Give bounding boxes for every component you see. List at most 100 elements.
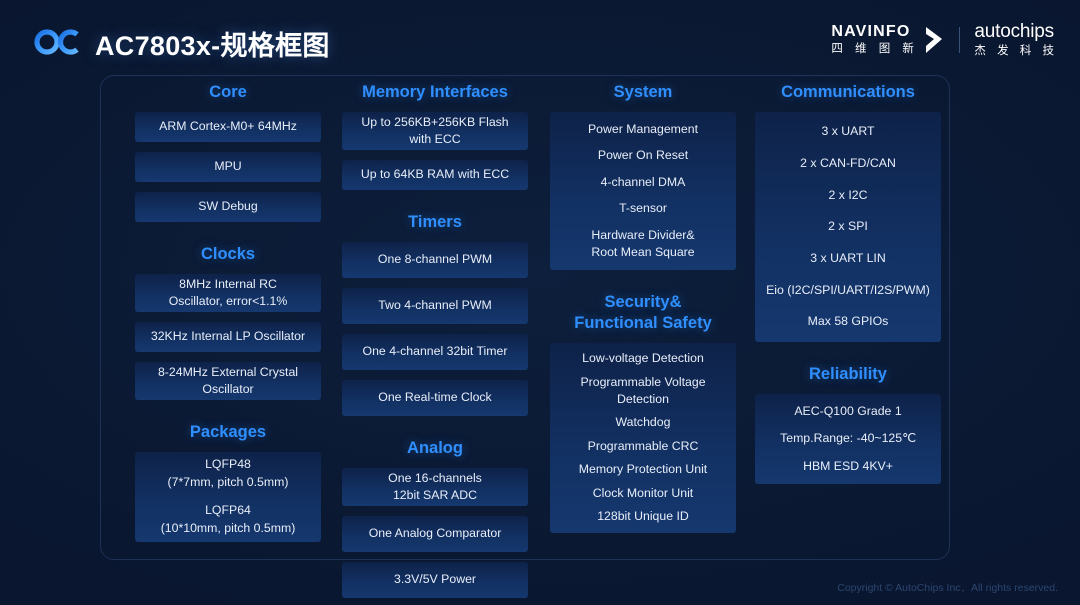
card-line: Power Management: [556, 121, 730, 138]
copyright-footer: Copyright © AutoChips Inc．All rights res…: [837, 582, 1058, 594]
card-line: LQFP64: [141, 502, 315, 519]
spec-card: MPU: [135, 152, 321, 182]
group-title-line: Communications: [781, 83, 915, 101]
card-line: Temp.Range: -40~125℃: [761, 430, 935, 447]
card-line: 128bit Unique ID: [556, 508, 730, 525]
group-title-line: System: [613, 83, 673, 101]
group-title-line: Clocks: [200, 245, 256, 263]
spec-card: Up to 64KB RAM with ECC: [342, 160, 528, 190]
card-text: SW Debug: [198, 199, 258, 214]
group-title-security-functional-safety: Security& Functional Safety: [550, 292, 736, 334]
card-line: 3 x UART: [761, 123, 935, 140]
spec-card: 3 x UART 2 x CAN-FD/CAN 2 x I2C 2 x SPI 3 x …: [755, 112, 941, 342]
card-line: Hardware Divider& Root Mean Square: [556, 227, 730, 262]
card-text: Up to 256KB+256KB Flash: [361, 114, 509, 129]
group-title-line: Security&: [604, 293, 682, 311]
card-text: 12bit SAR ADC: [392, 488, 478, 502]
card-line: 3 x UART LIN: [761, 250, 935, 267]
spec-card: Two 4-channel PWM: [342, 288, 528, 324]
card-text: 4-channel DMA: [600, 174, 686, 189]
card-text: Hardware Divider&: [591, 227, 695, 242]
card-text: Eio (I2C/SPI/UART/I2S/PWM): [766, 282, 930, 297]
page-title: AC7803x-规格框图: [95, 31, 330, 61]
group-title-line: Analog: [407, 439, 463, 457]
card-line: Power On Reset: [556, 147, 730, 164]
card-text: 3 x UART: [821, 124, 875, 139]
group-title-line: Packages: [189, 423, 267, 441]
group-title-system: System: [550, 82, 736, 103]
card-line: Programmable Voltage Detection: [556, 374, 730, 409]
card-text: 128bit Unique ID: [597, 509, 689, 524]
card-line: SW Debug: [141, 198, 315, 215]
card-text: LQFP48: [205, 457, 251, 472]
card-text: One 16-channels: [388, 470, 482, 485]
oc-logo-icon: [34, 29, 79, 55]
group-title-analog: Analog: [342, 438, 528, 459]
group-title-line: Timers: [408, 213, 462, 231]
card-line: with ECC: [348, 131, 522, 148]
card-text: Max 58 GPIOs: [807, 314, 889, 329]
card-line: 4-channel DMA: [556, 174, 730, 191]
card-line: 8-24MHz External Crystal: [141, 364, 315, 381]
spec-card: One Analog Comparator: [342, 516, 528, 552]
slide-canvas: AC7803x-规格框图 NAVINFO 四 维 图 新 autochips 杰…: [0, 0, 1080, 605]
card-text: Memory Protection Unit: [578, 462, 708, 477]
card-text: Oscillator: [202, 382, 254, 396]
brand-divider: [959, 27, 961, 53]
card-text: Up to 64KB RAM with ECC: [360, 167, 510, 182]
group-title-line: Memory Interfaces: [362, 83, 508, 101]
card-line: Low-voltage Detection: [556, 350, 730, 367]
card-text: One Real-time Clock: [378, 390, 492, 405]
card-text: 8MHz Internal RC: [179, 276, 277, 291]
card-line: HBM ESD 4KV+: [761, 458, 935, 475]
card-line: MPU: [141, 158, 315, 175]
card-line: 8MHz Internal RC: [141, 276, 315, 293]
card-text: One 8-channel PWM: [377, 252, 493, 267]
card-text: 2 x CAN-FD/CAN: [800, 155, 896, 170]
card-line: LQFP48: [141, 456, 315, 473]
autochips-name-cn: 杰 发 科 技: [974, 45, 1058, 58]
card-text: 2 x SPI: [828, 219, 868, 234]
card-line: Watchdog: [556, 414, 730, 431]
spec-card: 3.3V/5V Power: [342, 562, 528, 598]
card-line: 2 x CAN-FD/CAN: [761, 155, 935, 172]
card-line: One 4-channel 32bit Timer: [348, 343, 522, 360]
group-title-line: Functional Safety: [574, 314, 712, 333]
card-text: 8-24MHz External Crystal: [157, 364, 299, 379]
spec-card: AEC-Q100 Grade 1 Temp.Range: -40~125℃ HBM …: [755, 394, 941, 484]
spec-card: One 16-channels 12bit SAR ADC: [342, 468, 528, 506]
spec-card: One Real-time Clock: [342, 380, 528, 416]
spec-card: Up to 256KB+256KB Flash with ECC: [342, 112, 528, 150]
group-title-line: Core: [209, 83, 247, 101]
group-title-clocks: Clocks: [135, 244, 321, 265]
group-title-communications: Communications: [755, 82, 941, 103]
card-line: Up to 64KB RAM with ECC: [348, 166, 522, 183]
autochips-name-en: autochips: [974, 21, 1054, 43]
card-line: (10*10mm, pitch 0.5mm): [141, 520, 315, 537]
slide-header: AC7803x-规格框图 NAVINFO 四 维 图 新 autochips 杰…: [0, 0, 1080, 74]
card-line: 32KHz Internal LP Oscillator: [141, 328, 315, 345]
card-text: 32KHz Internal LP Oscillator: [150, 329, 306, 344]
card-line: 3.3V/5V Power: [348, 571, 522, 588]
card-line: 2 x I2C: [761, 187, 935, 204]
card-text: 2 x I2C: [828, 187, 868, 202]
spec-card: Power Management Power On Reset 4-channel …: [550, 112, 736, 270]
group-title-core: Core: [135, 82, 321, 103]
group-title-line: Reliability: [809, 365, 887, 383]
card-text: Watchdog: [615, 415, 671, 430]
spec-card: SW Debug: [135, 192, 321, 222]
card-text: Programmable Voltage Detection: [580, 374, 706, 406]
card-text: (7*7mm, pitch 0.5mm): [167, 475, 289, 490]
card-text: LQFP64: [205, 503, 251, 518]
card-text: 3.3V/5V Power: [393, 572, 477, 587]
group-title-memory-interfaces: Memory Interfaces: [342, 82, 528, 103]
card-text: Power On Reset: [597, 148, 689, 163]
card-line: Oscillator: [141, 381, 315, 398]
spec-card: LQFP48 (7*7mm, pitch 0.5mm) LQFP64 (10*10mm…: [135, 452, 321, 542]
card-line: Two 4-channel PWM: [348, 297, 522, 314]
card-text: HBM ESD 4KV+: [803, 458, 893, 473]
spec-card: ARM Cortex-M0+ 64MHz: [135, 112, 321, 142]
card-line: AEC-Q100 Grade 1: [761, 403, 935, 420]
spec-card: 8-24MHz External Crystal Oscillator: [135, 362, 321, 400]
card-text: One Analog Comparator: [368, 526, 502, 541]
